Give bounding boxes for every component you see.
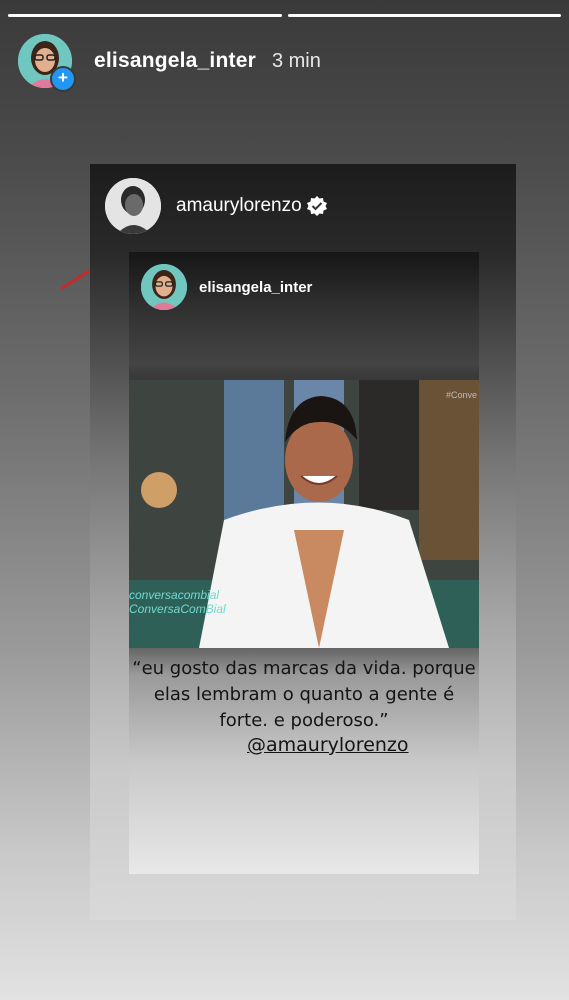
story-header: + elisangela_inter 3 min: [18, 34, 321, 92]
verified-badge-icon: [306, 196, 327, 216]
profile-avatar[interactable]: +: [18, 34, 76, 92]
shared-post-header: amaurylorenzo: [105, 178, 328, 234]
inner-post-username[interactable]: elisangela_inter: [199, 279, 312, 296]
story-username[interactable]: elisangela_inter: [94, 49, 256, 73]
watermark-text: conversacombial: [129, 588, 220, 602]
story-progress-bar: [8, 14, 561, 17]
inner-post[interactable]: elisangela_inter conversacombial Convers…: [129, 252, 479, 874]
inner-post-header: elisangela_inter: [141, 264, 312, 310]
progress-segment: [287, 14, 561, 17]
story-timestamp: 3 min: [271, 49, 321, 72]
plus-icon[interactable]: +: [50, 66, 76, 92]
post-photo: conversacombial ConversaComBial #Conve: [129, 380, 479, 648]
shared-post-username[interactable]: amaurylorenzo: [176, 195, 302, 217]
quote-text: “eu gosto das marcas da vida. porque ela…: [132, 658, 476, 731]
inner-post-avatar[interactable]: [141, 264, 187, 310]
progress-segment: [8, 14, 282, 17]
shared-post-avatar[interactable]: [105, 178, 161, 234]
photo-tag: #Conve: [445, 390, 477, 400]
mention-link[interactable]: @amaurylorenzo: [247, 734, 409, 756]
watermark-text: ConversaComBial: [129, 602, 226, 616]
shared-post-card[interactable]: amaurylorenzo elisangela_inter conversac…: [90, 164, 516, 920]
